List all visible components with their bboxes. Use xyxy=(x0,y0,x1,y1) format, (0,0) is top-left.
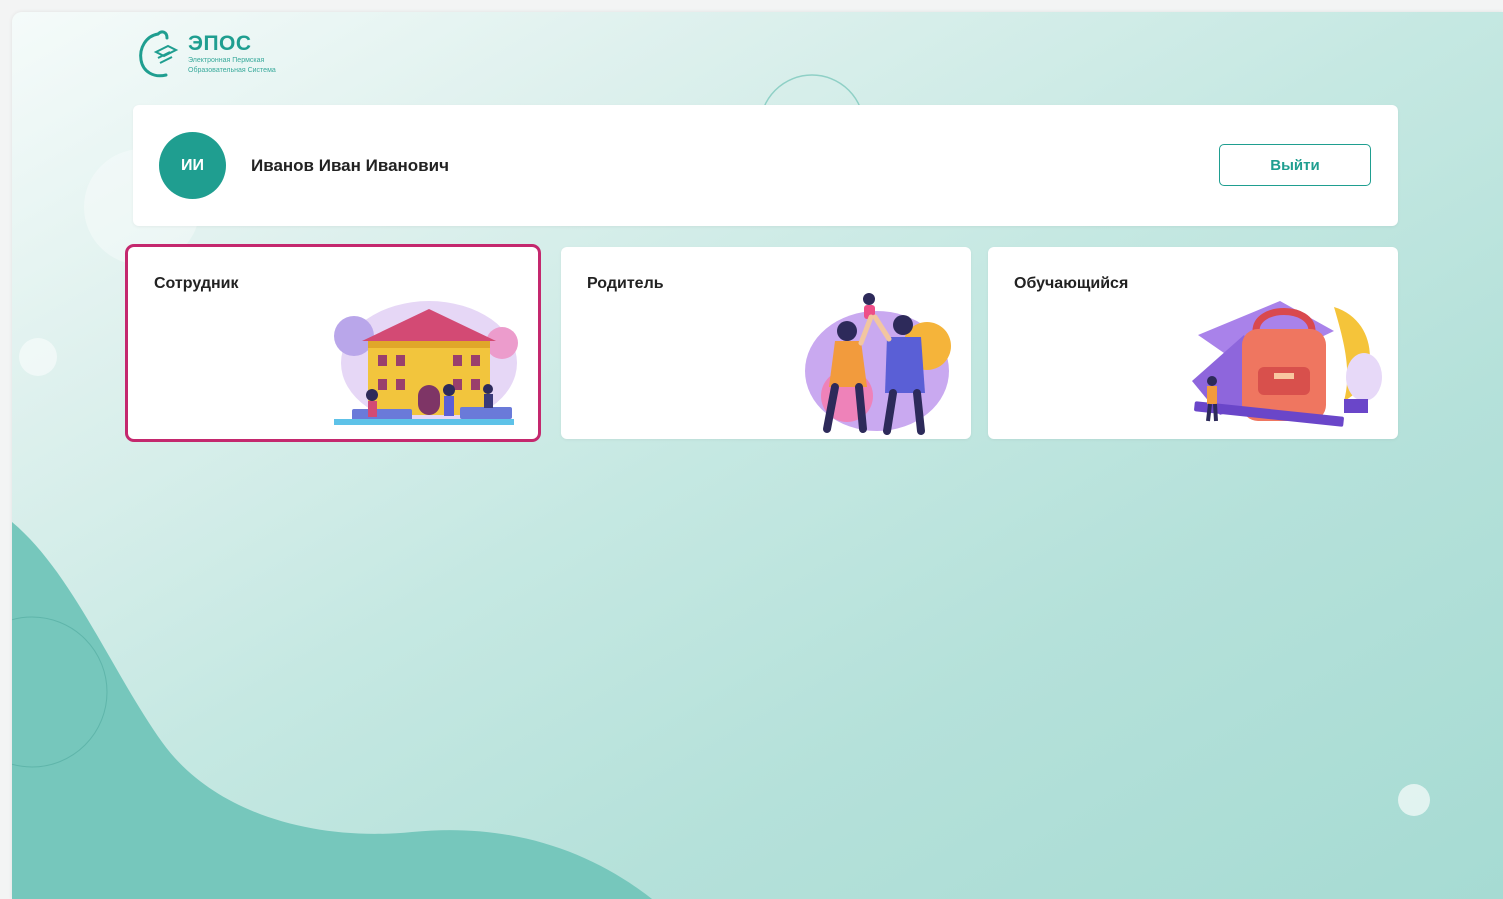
logo-subtitle-line1: Электронная Пермская xyxy=(188,57,265,64)
logo-name: ЭПОС xyxy=(188,32,252,55)
role-label-employee: Сотрудник xyxy=(154,275,239,292)
logo-subtitle-line2: Образовательная Система xyxy=(188,67,276,74)
role-label-student: Обучающийся xyxy=(1014,275,1129,292)
school-building-icon xyxy=(334,301,518,425)
avatar: ИИ xyxy=(159,132,226,199)
role-card-employee[interactable]: Сотрудник xyxy=(128,247,538,439)
backpack-icon xyxy=(1192,301,1382,427)
user-full-name: Иванов Иван Иванович xyxy=(251,156,449,175)
logout-button[interactable]: Выйти xyxy=(1219,144,1371,186)
role-card-parent[interactable]: Родитель xyxy=(561,247,971,439)
user-card: ИИ Иванов Иван Иванович Выйти xyxy=(133,105,1398,226)
role-label-parent: Родитель xyxy=(587,275,664,292)
family-icon xyxy=(805,293,951,435)
role-card-student[interactable]: Обучающийся xyxy=(988,247,1398,439)
logo-emblem-icon xyxy=(139,30,179,78)
epos-logo[interactable]: ЭПОС Электронная Пермская Образовательна… xyxy=(136,28,276,80)
app-window: ЭПОС Электронная Пермская Образовательна… xyxy=(12,12,1503,899)
